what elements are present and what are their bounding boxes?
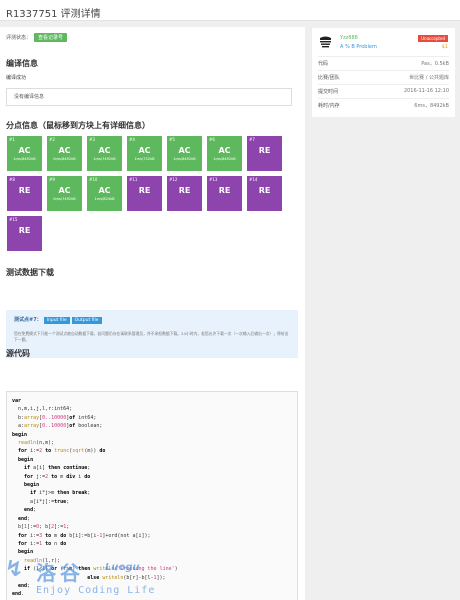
info-value: 6ms，8492kB [414,103,449,109]
testcase-idx: #1 [9,137,15,142]
testcase-re[interactable]: #15 RE [7,216,42,251]
testcase-res: AC [18,146,31,155]
submitter-name[interactable]: Yzz888 [340,35,358,41]
testcase-res: AC [58,146,71,155]
info-key: 耗时/内存 [318,103,340,109]
result-badge: Unaccepted [418,35,448,42]
testcase-re[interactable]: #11 RE [127,176,162,211]
info-key: 比赛/团队 [318,75,340,81]
testcase-res: RE [258,186,271,195]
testcase-idx: #13 [209,177,218,182]
testcase-idx: #8 [9,177,15,182]
download-note: 您在免费模式下只能一个测试点被自动数据下载，若问题仍存在请联系管理员，并不承担数… [14,331,289,342]
submitter-block: Yzz888 A % B Problem Unaccepted $1 [318,34,448,52]
testcase-idx: #9 [49,177,55,182]
testcase-idx: #11 [129,177,138,182]
download-panel: 测试点#7： Input file Output file 您在免费模式下只能一个测… [6,310,298,358]
cases-heading: 分点信息（鼠标移到方块上有详细信息） [6,121,150,130]
info-row-contest: 比赛/团队 世比赛 / 公共题库 [318,70,449,82]
compile-status: 编译成功 [6,75,27,81]
submission-sidebar: Yzz888 A % B Problem Unaccepted $1 代码 Pa… [312,28,455,117]
testcase-ac[interactable]: #3 AC 1ms/7492kB [87,136,122,171]
testcase-res: RE [138,186,151,195]
testcase-info: 1ms/824kB [94,197,115,201]
testcase-res: RE [18,186,31,195]
testcase-res: AC [58,186,71,195]
testcase-idx: #7 [249,137,255,142]
compile-output: 没有编译信息 [6,88,292,106]
status-label: 评测状态： [6,35,32,41]
info-key: 代码 [318,61,329,67]
info-value: 2016-11-16 12:10 [403,88,449,94]
testcase-info: 1ms/752kB [134,157,155,161]
input-file-button[interactable]: Input file [43,317,70,324]
testcase-ac[interactable]: #1 AC 1ms/8492kB [7,136,42,171]
testcase-idx: #2 [49,137,55,142]
testcase-ac[interactable]: #4 AC 1ms/752kB [127,136,162,171]
testcase-res: AC [98,186,111,195]
testcase-ac[interactable]: #10 AC 1ms/824kB [87,176,122,211]
compile-heading: 编译信息 [6,59,38,68]
testcase-info: 1ms/8492kB [213,157,236,161]
testcase-ac[interactable]: #2 AC 0ms/8492kB [47,136,82,171]
info-row-time-memory: 耗时/内存 6ms，8492kB [318,98,449,110]
main-panel: 评测状态： 查看记录号 编译信息 编译成功 没有编译信息 分点信息（鼠标移到方块上… [0,27,305,600]
testcase-ac[interactable]: #9 AC 0ms/7492kB [47,176,82,211]
testcase-res: RE [18,226,31,235]
download-point-label: 测试点#7： [14,317,42,323]
source-heading: 源代码 [6,349,30,358]
testcase-res: AC [98,146,111,155]
testcase-idx: #12 [169,177,178,182]
testcase-ac[interactable]: #5 AC 1ms/8492kB [167,136,202,171]
testcase-idx: #4 [129,137,135,142]
testcase-res: AC [138,146,151,155]
testcase-info: 0ms/8492kB [53,157,76,161]
download-heading: 测试数据下载 [6,268,54,277]
testcase-idx: #5 [169,137,175,142]
info-row-code: 代码 Pas，0.5kB [318,56,449,68]
testcase-idx: #10 [89,177,98,182]
problem-link[interactable]: A % B Problem [340,44,377,50]
testcase-re[interactable]: #12 RE [167,176,202,211]
score-value: $1 [441,44,448,50]
testcase-ac[interactable]: #6 AC 1ms/8492kB [207,136,242,171]
top-bar: R1337751 评测详情 [0,0,460,21]
testcase-res: RE [178,186,191,195]
record-pill[interactable]: 查看记录号 [34,33,68,42]
testcase-idx: #14 [249,177,258,182]
testcase-re[interactable]: #8 RE [7,176,42,211]
testcase-re[interactable]: #7 RE [247,136,282,171]
output-file-button[interactable]: Output file [71,317,102,324]
testcase-idx: #6 [209,137,215,142]
info-value: Pas，0.5kB [421,61,449,67]
testcase-re[interactable]: #14 RE [247,176,282,211]
download-header: 测试点#7： Input file Output file [14,316,290,324]
avatar-icon[interactable] [318,34,333,49]
testcase-res: RE [218,186,231,195]
status-row: 评测状态： 查看记录号 [6,33,68,42]
testcase-info: 1ms/8492kB [173,157,196,161]
info-row-submit-time: 提交时间 2016-11-16 12:10 [318,84,449,96]
page-title: R1337751 评测详情 [6,9,101,20]
testcase-info: 1ms/8492kB [13,157,36,161]
testcase-res: AC [218,146,231,155]
info-key: 提交时间 [318,89,339,95]
source-code[interactable]: var n,m,i,j,l,r:int64; b:array[0..10000]… [6,391,298,600]
testcase-idx: #15 [9,217,18,222]
testcase-re[interactable]: #13 RE [207,176,242,211]
testcase-info: 1ms/7492kB [93,157,116,161]
testcase-res: RE [258,146,271,155]
testcase-idx: #3 [89,137,95,142]
testcase-info: 0ms/7492kB [53,197,76,201]
testcase-res: AC [178,146,191,155]
info-value: 世比赛 / 公共题库 [409,75,449,81]
